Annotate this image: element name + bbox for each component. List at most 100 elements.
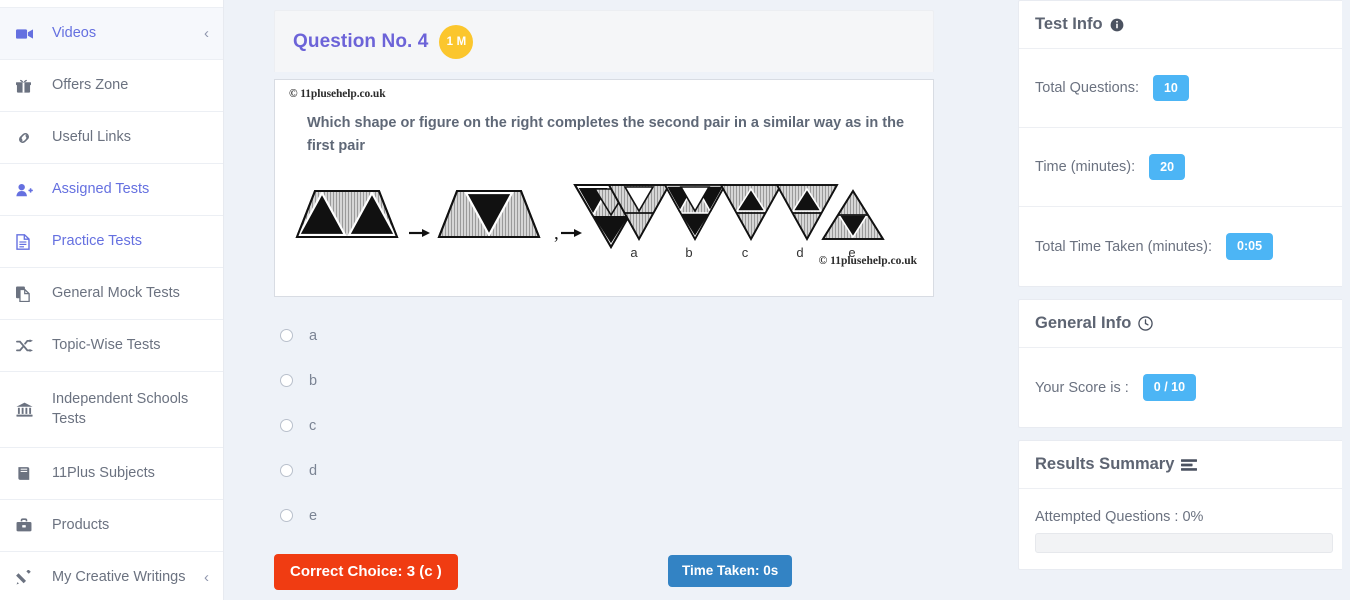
info-row-label: Time (minutes): [1035, 159, 1136, 175]
info-row-value-badge: 0:05 [1226, 233, 1274, 260]
results-summary-body: Attempted Questions : 0% [1019, 489, 1349, 569]
answer-option-label: a [309, 327, 318, 344]
info-row: Total Time Taken (minutes): 0:05 [1019, 207, 1349, 286]
answer-option-label: b [309, 372, 318, 389]
sidebar-item-label: Independent Schools Tests [52, 390, 189, 427]
sidebar-item-topic-wise-tests[interactable]: Topic-Wise Tests [0, 320, 223, 372]
video-camera-icon [16, 27, 42, 41]
left-sidebar: Videos ‹ Offers Zone Useful Links Assigned T… [0, 0, 224, 600]
figure-label-b: b [685, 245, 692, 260]
question-figure: , a b c d e © 11plusehelp.co.uk [289, 173, 919, 269]
answer-options-group[interactable]: a b c d e [274, 313, 934, 538]
general-info-panel: General Info Your Score is : 0 / 10 [1018, 299, 1350, 428]
radio-d[interactable] [280, 464, 293, 477]
time-taken-button[interactable]: Time Taken: 0s [668, 555, 793, 587]
sidebar-item-practice-tests[interactable]: Practice Tests [0, 216, 223, 268]
copyright-bottom: © 11plusehelp.co.uk [818, 254, 917, 267]
general-info-title: General Info [1035, 314, 1132, 332]
answer-option-a[interactable]: a [276, 313, 934, 358]
info-row-value-badge: 0 / 10 [1142, 374, 1197, 401]
info-circle-icon [1110, 18, 1124, 32]
info-row-label: Your Score is : [1035, 379, 1129, 396]
copyright-top: © 11plusehelp.co.uk [289, 88, 386, 100]
briefcase-icon [16, 518, 42, 533]
results-summary-title: Results Summary [1035, 455, 1175, 473]
test-info-header: Test Info [1019, 1, 1349, 49]
results-summary-header: Results Summary [1019, 441, 1349, 489]
figure-option-c [719, 184, 783, 241]
list-icon [1181, 458, 1198, 472]
question-actions: Correct Choice: 3 (c ) Time Taken: 0s [274, 554, 934, 600]
file-text-icon [16, 233, 42, 250]
user-plus-icon [16, 183, 42, 197]
figure-option-e [821, 189, 885, 240]
main-content: Question No. 4 1 M © 11plusehelp.co.uk W… [274, 0, 966, 600]
sidebar-item-label: Videos [52, 24, 97, 41]
shuffle-icon [16, 338, 42, 353]
page-title: Question No. 4 [293, 30, 429, 52]
figure-label-c: c [742, 245, 749, 260]
arrow-icon-2 [561, 228, 582, 237]
sidebar-item-independent-schools-tests[interactable]: Independent Schools Tests [0, 372, 223, 448]
info-row-label: Total Time Taken (minutes): [1035, 238, 1213, 255]
clock-icon [1138, 316, 1153, 331]
info-row-value-badge: 10 [1152, 74, 1189, 102]
test-info-rows: Total Questions: 10 Time (minutes): 20 Total… [1019, 49, 1349, 286]
results-summary-panel: Results Summary Attempted Questions : 0% [1018, 440, 1350, 570]
sidebar-item-label: Products [52, 516, 110, 533]
test-info-panel: Test Info Total Questions: 10 Time (minute… [1018, 0, 1350, 287]
sidebar-item-videos[interactable]: Videos ‹ [0, 8, 223, 60]
sidebar-item-products[interactable]: Products [0, 500, 223, 552]
answer-option-d[interactable]: d [276, 448, 934, 493]
sidebar-item-general-mock-tests[interactable]: General Mock Tests [0, 268, 223, 320]
attempted-questions-progressbar [1035, 533, 1333, 553]
app-root: Videos ‹ Offers Zone Useful Links Assigned T… [0, 0, 1350, 600]
copy-icon [16, 286, 42, 302]
radio-e[interactable] [280, 509, 293, 522]
sidebar-item-label: General Mock Tests [52, 284, 180, 301]
bank-icon [16, 402, 42, 417]
sidebar-item-offers-zone[interactable]: Offers Zone [0, 60, 223, 112]
figure-term-2 [437, 189, 541, 238]
page-scrollbar[interactable] [1342, 0, 1350, 600]
chevron-left-icon[interactable]: ‹ [198, 26, 209, 41]
question-column: Question No. 4 1 M © 11plusehelp.co.uk W… [274, 10, 934, 600]
question-prompt: Which shape or figure on the right compl… [307, 115, 905, 155]
link-icon [16, 131, 42, 145]
radio-a[interactable] [280, 329, 293, 342]
sidebar-item-my-creative-writings[interactable]: My Creative Writings ‹ [0, 552, 223, 600]
sidebar-item-useful-links[interactable]: Useful Links [0, 112, 223, 164]
info-row: Total Questions: 10 [1019, 49, 1349, 128]
answer-option-e[interactable]: e [276, 493, 934, 538]
radio-c[interactable] [280, 419, 293, 432]
test-info-title: Test Info [1035, 15, 1103, 33]
sidebar-item-label: Useful Links [52, 128, 131, 145]
figure-option-b [663, 184, 727, 241]
answer-option-c[interactable]: c [276, 403, 934, 448]
chevron-left-icon[interactable]: ‹ [198, 570, 209, 585]
correct-choice-button[interactable]: Correct Choice: 3 (c ) [274, 554, 458, 590]
sidebar-item-label: My Creative Writings [52, 568, 186, 585]
marks-badge: 1 M [439, 24, 474, 59]
right-sidebar: Test Info Total Questions: 10 Time (minute… [1018, 0, 1350, 600]
sidebar-item-11plus-subjects[interactable]: 11Plus Subjects [0, 448, 223, 500]
sidebar-item-label: Assigned Tests [52, 180, 150, 197]
answer-option-b[interactable]: b [276, 358, 934, 403]
sidebar-item-assigned-tests[interactable]: Assigned Tests [0, 164, 223, 216]
content-left-gutter [224, 0, 274, 600]
gift-icon [16, 78, 42, 94]
pencil-icon [16, 570, 42, 585]
figure-term-1 [295, 189, 399, 238]
sidebar-item-label: Practice Tests [52, 232, 142, 249]
info-row-value-badge: 20 [1149, 153, 1186, 181]
answer-option-label: e [309, 507, 318, 524]
info-row-label: Total Questions: [1035, 80, 1139, 96]
answer-option-label: d [309, 462, 318, 479]
info-row: Your Score is : 0 / 10 [1019, 348, 1349, 427]
attempted-questions-label: Attempted Questions : 0% [1035, 509, 1204, 525]
radio-b[interactable] [280, 374, 293, 387]
sidebar-item-label: Topic-Wise Tests [52, 336, 161, 353]
question-header: Question No. 4 1 M [274, 10, 934, 72]
figure-separator-comma: , [554, 223, 559, 244]
answer-option-label: c [309, 417, 317, 434]
